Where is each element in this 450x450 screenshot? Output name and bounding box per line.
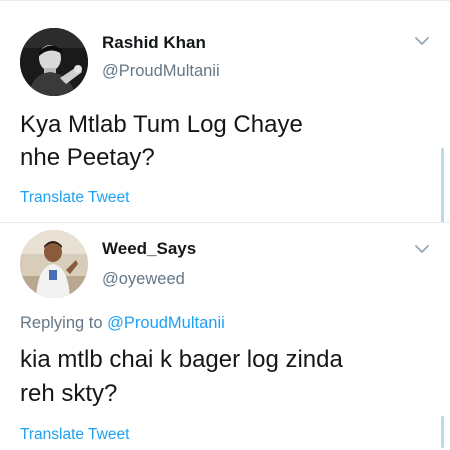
tweet-text-line: kia mtlb chai k bager log zinda [20, 346, 343, 373]
user-handle[interactable]: @ProudMultanii [102, 62, 220, 81]
tweet-card[interactable]: Rashid Khan @ProudMultanii Kya Mtlab Tum… [0, 0, 450, 223]
divider [0, 222, 450, 223]
chevron-down-icon[interactable] [414, 36, 430, 46]
replying-to-prefix: Replying to [20, 314, 103, 332]
translate-tweet-link[interactable]: Translate Tweet [20, 189, 129, 207]
display-name[interactable]: Rashid Khan [102, 33, 206, 53]
scrollbar[interactable] [441, 416, 444, 448]
avatar[interactable] [20, 230, 88, 298]
profile-photo-icon [20, 230, 88, 298]
tweet-text-line: Kya Mtlab Tum Log Chaye [20, 111, 303, 138]
user-handle[interactable]: @oyeweed [102, 270, 185, 289]
tweet-text-line: reh skty? [20, 380, 118, 407]
chevron-down-icon[interactable] [414, 244, 430, 254]
translate-tweet-link[interactable]: Translate Tweet [20, 426, 129, 444]
replying-to-mention[interactable]: @ProudMultanii [107, 314, 225, 332]
tweet-text-line: nhe Peetay? [20, 144, 155, 171]
replying-to: Replying to @ProudMultanii [20, 314, 225, 333]
scrollbar[interactable] [441, 148, 444, 223]
display-name[interactable]: Weed_Says [102, 239, 196, 259]
avatar[interactable] [20, 28, 88, 96]
profile-photo-icon [20, 28, 88, 96]
